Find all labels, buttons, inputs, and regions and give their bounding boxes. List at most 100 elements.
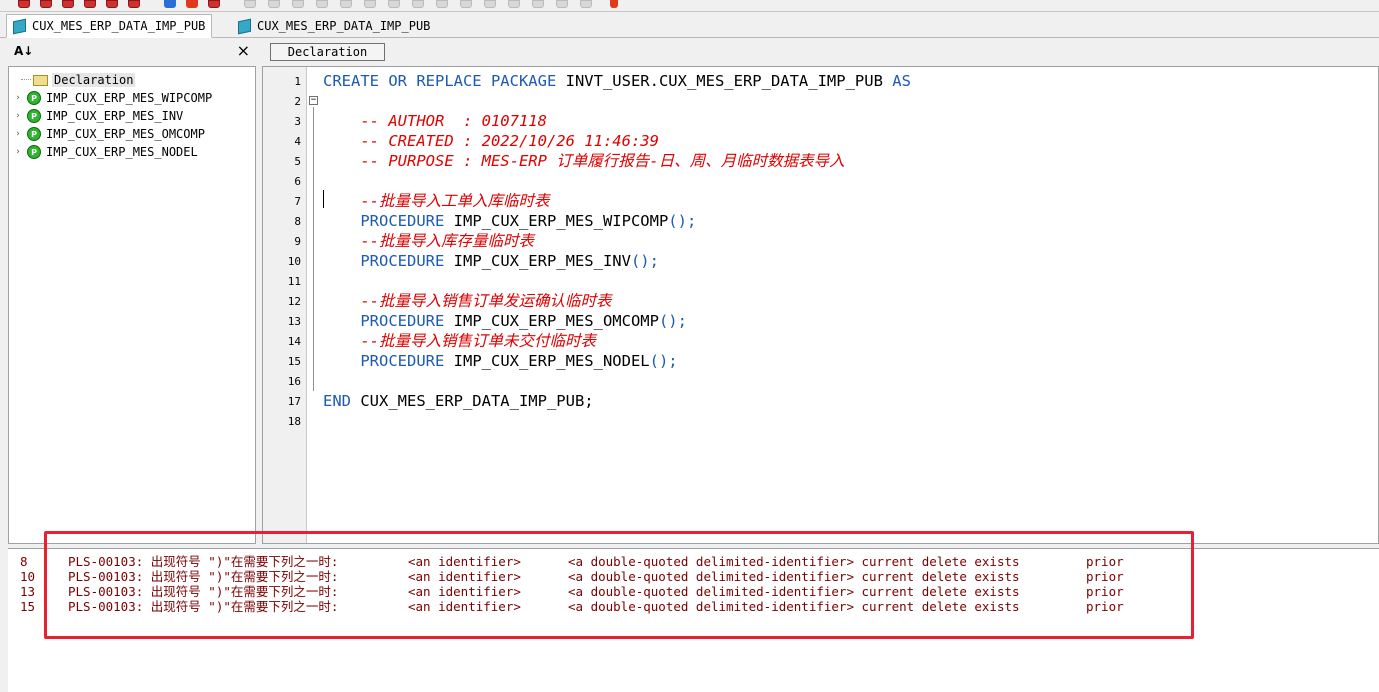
toolbar (0, 0, 1379, 12)
line-number: 12 (287, 295, 301, 308)
toolbar-button[interactable] (106, 0, 118, 8)
code-token: IMP_CUX_ERP_MES_NODEL (453, 352, 650, 370)
tree-item-label: IMP_CUX_ERP_MES_INV (46, 109, 184, 123)
code-line: PROCEDURE IMP_CUX_ERP_MES_WIPCOMP(); (323, 211, 696, 231)
toolbar-button[interactable] (128, 0, 140, 8)
code-editor[interactable]: 1 2 3 4 5 6 7 8 9 10 11 12 13 14 15 16 17 18 − CREATE OR … (262, 66, 1379, 544)
tree-item-label: IMP_CUX_ERP_MES_NODEL (46, 145, 198, 159)
declaration-section-button[interactable]: Declaration (270, 43, 385, 61)
code-token: AS (892, 72, 911, 90)
tree-item[interactable]: › P IMP_CUX_ERP_MES_OMCOMP (9, 125, 205, 143)
procedure-icon: P (27, 109, 41, 123)
toolbar-button[interactable] (580, 0, 592, 8)
line-number: 7 (294, 195, 301, 208)
expand-icon[interactable]: › (9, 93, 27, 103)
expand-icon[interactable]: › (9, 111, 27, 121)
toolbar-button[interactable] (340, 0, 352, 8)
tab-label: CUX_MES_ERP_DATA_IMP_PUB (257, 19, 431, 33)
toolbar-button[interactable] (412, 0, 424, 8)
procedure-icon: P (27, 127, 41, 141)
toolbar-button[interactable] (62, 0, 74, 8)
toolbar-button[interactable] (388, 0, 400, 8)
code-line: CREATE OR REPLACE PACKAGE INVT_USER.CUX_… (323, 71, 911, 91)
tree-item[interactable]: › P IMP_CUX_ERP_MES_WIPCOMP (9, 89, 212, 107)
code-line: -- CREATED : 2022/10/26 11:46:39 (323, 131, 659, 151)
toolbar-button[interactable] (268, 0, 280, 8)
line-number: 1 (294, 75, 301, 88)
toolbar-button[interactable] (460, 0, 472, 8)
code-line: --批量导入库存量临时表 (323, 231, 534, 251)
toolbar-button[interactable] (610, 0, 618, 8)
line-number-gutter: 1 2 3 4 5 6 7 8 9 10 11 12 13 14 15 16 17 18 (263, 67, 307, 543)
code-line: PROCEDURE IMP_CUX_ERP_MES_NODEL(); (323, 351, 678, 371)
line-number: 11 (287, 275, 301, 288)
line-number: 2 (294, 95, 301, 108)
fold-column: − (307, 67, 321, 543)
line-number: 3 (294, 115, 301, 128)
code-token: PROCEDURE (323, 212, 454, 230)
code-token: (); (668, 212, 697, 230)
toolbar-button[interactable] (364, 0, 376, 8)
line-number: 18 (287, 415, 301, 428)
code-line: --批量导入工单入库临时表 (323, 191, 550, 211)
fold-toggle-icon[interactable]: − (309, 96, 318, 105)
code-token: PROCEDURE (323, 312, 454, 330)
expand-icon[interactable]: › (9, 129, 27, 139)
toolbar-button[interactable] (84, 0, 96, 8)
code-token: CREATE OR REPLACE PACKAGE (323, 72, 566, 90)
toolbar-button[interactable] (508, 0, 520, 8)
package-spec-icon (13, 18, 26, 34)
line-number: 6 (294, 175, 301, 188)
line-number: 14 (287, 335, 301, 348)
toolbar-button[interactable] (40, 0, 52, 8)
procedure-icon: P (27, 91, 41, 105)
tree-item[interactable]: › P IMP_CUX_ERP_MES_NODEL (9, 143, 198, 161)
code-token: --批量导入销售订单未交付临时表 (323, 332, 596, 350)
sort-alpha-icon[interactable]: A↓ (14, 44, 33, 58)
code-token: PROCEDURE (323, 352, 454, 370)
toolbar-button[interactable] (436, 0, 448, 8)
tab-label: CUX_MES_ERP_DATA_IMP_PUB (32, 19, 206, 33)
message-line: 8 (20, 554, 28, 569)
toolbar-button[interactable] (484, 0, 496, 8)
navigator-header: A↓ × (8, 40, 256, 64)
code-token: (); (630, 252, 659, 270)
arrow-right-icon[interactable] (186, 0, 198, 8)
line-number: 13 (287, 315, 301, 328)
editor-header: Declaration (262, 40, 1379, 64)
message-line: 13 (20, 584, 36, 599)
code-token: INVT_USER.CUX_MES_ERP_DATA_IMP_PUB (565, 72, 893, 90)
tab-package-spec[interactable]: CUX_MES_ERP_DATA_IMP_PUB (6, 14, 213, 38)
code-token: IMP_CUX_ERP_MES_OMCOMP (453, 312, 659, 330)
code-line: PROCEDURE IMP_CUX_ERP_MES_OMCOMP(); (323, 311, 687, 331)
code-token: --批量导入销售订单发运确认临时表 (323, 292, 612, 310)
toolbar-button[interactable] (292, 0, 304, 8)
tree-item[interactable]: › P IMP_CUX_ERP_MES_INV (9, 107, 183, 125)
code-token: CUX_MES_ERP_DATA_IMP_PUB; (360, 392, 594, 410)
navigator-tree: Declaration › P IMP_CUX_ERP_MES_WIPCOMP … (8, 66, 256, 544)
message-line: 15 (20, 599, 36, 614)
toolbar-button[interactable] (18, 0, 30, 8)
toolbar-button[interactable] (532, 0, 544, 8)
close-icon[interactable]: × (237, 41, 250, 60)
code-token: (); (649, 352, 678, 370)
folder-icon (33, 74, 48, 86)
expand-icon[interactable]: › (9, 147, 27, 157)
line-number: 4 (294, 135, 301, 148)
toolbar-button[interactable] (556, 0, 568, 8)
code-token: -- PURPOSE : MES-ERP 订单履行报告-日、周、月临时数据表导入 (323, 152, 845, 170)
line-number: 10 (287, 255, 301, 268)
tab-package-body[interactable]: CUX_MES_ERP_DATA_IMP_PUB (232, 14, 436, 38)
toolbar-button[interactable] (316, 0, 328, 8)
code-token: --批量导入工单入库临时表 (323, 192, 550, 210)
code-line: --批量导入销售订单未交付临时表 (323, 331, 596, 351)
tree-item-label: IMP_CUX_ERP_MES_OMCOMP (46, 127, 205, 141)
arrow-right-icon[interactable] (164, 0, 176, 8)
line-number: 8 (294, 215, 301, 228)
toolbar-button[interactable] (244, 0, 256, 8)
stop-icon[interactable] (208, 0, 220, 8)
tree-item-label: IMP_CUX_ERP_MES_WIPCOMP (46, 91, 213, 105)
tree-root-declaration[interactable]: Declaration (9, 71, 136, 89)
line-number: 16 (287, 375, 301, 388)
code-token: IMP_CUX_ERP_MES_INV (453, 252, 631, 270)
